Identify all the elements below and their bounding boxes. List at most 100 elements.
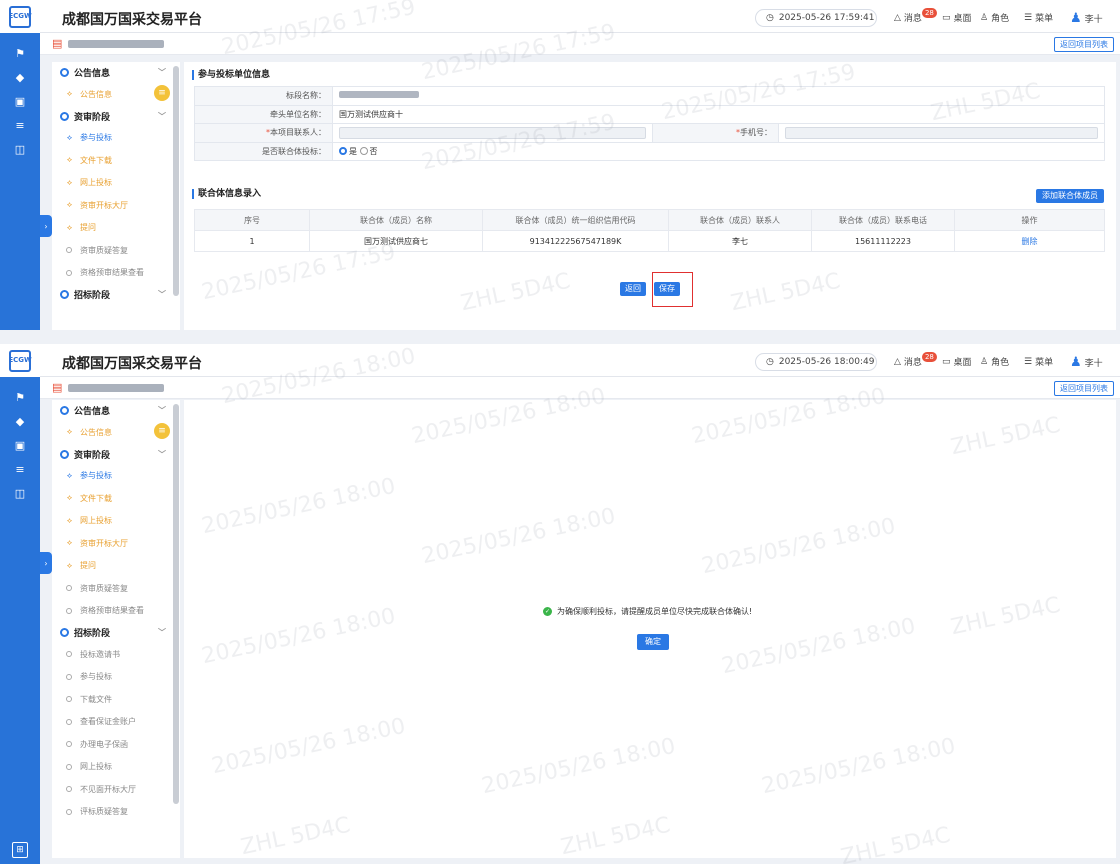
sidebar-item-question[interactable]: ⟡ 提问 bbox=[52, 555, 180, 578]
list-icon[interactable]: ≡ bbox=[154, 85, 170, 101]
sidebar-item-question[interactable]: ⟡ 提问 bbox=[52, 217, 180, 240]
add-member-button[interactable]: 添加联合体成员 bbox=[1036, 189, 1104, 203]
desktop-icon: ▭ bbox=[942, 356, 951, 367]
group-label: 招标阶段 bbox=[74, 629, 111, 639]
user-button[interactable]: ♟ 李十 bbox=[1070, 11, 1103, 26]
logo: ECGW bbox=[0, 344, 40, 377]
message-count-badge: 28 bbox=[921, 351, 937, 362]
role-label: 角色 bbox=[991, 358, 1010, 368]
sidebar-group-tender[interactable]: 招标阶段 ﹀ bbox=[52, 622, 180, 643]
sidebar-item-prequal-result[interactable]: 资格预审结果查看 bbox=[52, 600, 180, 623]
sidebar-item-download-2[interactable]: 下载文件 bbox=[52, 688, 180, 711]
sidebar-item-deposit[interactable]: 查看保证金账户 bbox=[52, 711, 180, 734]
sidebar-item-doubt-reply[interactable]: 资审质疑答复 bbox=[52, 577, 180, 600]
sidebar-item-online-bid[interactable]: ⟡ 网上投标 bbox=[52, 510, 180, 533]
sidebar-item-invitation[interactable]: 投标邀请书 bbox=[52, 643, 180, 666]
group-dot-icon bbox=[60, 449, 69, 459]
list-icon[interactable]: ≡ bbox=[0, 457, 40, 481]
delete-link[interactable]: 删除 bbox=[954, 230, 1105, 252]
item-label: 网上投标 bbox=[80, 516, 112, 526]
calendar-icon[interactable]: ◫ bbox=[0, 137, 40, 161]
sidebar-item-prequal-result[interactable]: 资格预审结果查看 bbox=[52, 262, 180, 285]
circle-icon bbox=[66, 741, 72, 748]
radio-yes[interactable] bbox=[339, 147, 347, 156]
sidebar-item-announce[interactable]: ⟡ 公告信息 ≡ bbox=[52, 421, 180, 444]
sidebar-item-opening-hall[interactable]: ⟡ 资审开标大厅 bbox=[52, 532, 180, 555]
messages-label: 消息 bbox=[903, 14, 922, 24]
collapse-icon[interactable]: ⊞ bbox=[12, 842, 28, 858]
joint-member-table: 序号 联合体（成员）名称 联合体（成员）统一组织信用代码 联合体（成员）联系人 … bbox=[194, 209, 1105, 252]
sidebar-item-e-guarantee[interactable]: 办理电子保函 bbox=[52, 733, 180, 756]
sidebar-item-opening-hall[interactable]: ⟡ 资审开标大厅 bbox=[52, 194, 180, 217]
sidebar-group-announce[interactable]: 公告信息 ﹀ bbox=[52, 400, 180, 421]
sidebar: 公告信息 ﹀ ⟡ 公告信息 ≡ 资审阶段 ﹀ ⟡ 参与投标 ⟡ 文件下载 ⟡ 网上投标 ⟡ 资审… bbox=[52, 400, 180, 858]
phone-input[interactable] bbox=[785, 126, 1098, 139]
sidebar-item-download[interactable]: ⟡ 文件下载 bbox=[52, 487, 180, 510]
list-icon[interactable]: ≡ bbox=[0, 113, 40, 137]
list-icon[interactable]: ≡ bbox=[154, 423, 170, 439]
joint-section-title: 联合体信息录入 bbox=[192, 189, 261, 199]
sidebar-item-online-bid[interactable]: ⟡ 网上投标 bbox=[52, 172, 180, 195]
monitor-icon[interactable]: ▣ bbox=[0, 89, 40, 113]
radio-no[interactable] bbox=[359, 147, 368, 156]
cell-code: 91341222567547189K bbox=[482, 230, 669, 252]
group-dot-icon bbox=[60, 290, 69, 299]
col-contact: 联合体（成员）联系人 bbox=[668, 209, 812, 231]
group-label: 招标阶段 bbox=[74, 291, 111, 301]
sidebar-item-download[interactable]: ⟡ 文件下载 bbox=[52, 149, 180, 172]
joint-bid-options: 是 否 bbox=[332, 141, 1105, 161]
bookmark-icon[interactable]: ◆ bbox=[0, 65, 40, 89]
sidebar-group-prequal[interactable]: 资审阶段 ﹀ bbox=[52, 444, 180, 465]
bell-icon: △ bbox=[894, 356, 901, 367]
circle-icon bbox=[66, 673, 72, 680]
desktop-button[interactable]: ▭ 桌面 bbox=[942, 11, 972, 25]
label-phone: *手机号： bbox=[652, 123, 779, 143]
sidebar-item-doubt-reply[interactable]: 资审质疑答复 bbox=[52, 239, 180, 262]
item-label: 提问 bbox=[80, 223, 96, 233]
calendar-icon[interactable]: ◫ bbox=[0, 481, 40, 505]
sidebar-item-remote-hall[interactable]: 不见面开标大厅 bbox=[52, 778, 180, 801]
user-button[interactable]: ♟ 李十 bbox=[1070, 355, 1103, 370]
left-rail: ⚑ ◆ ▣ ≡ ◫ ⊞ bbox=[0, 377, 40, 864]
document-icon: ▤ bbox=[52, 381, 63, 394]
home-icon[interactable]: ⚑ bbox=[0, 41, 40, 65]
pin-icon: ⟡ bbox=[66, 493, 73, 503]
sidebar-toggle[interactable]: › bbox=[40, 552, 52, 574]
sidebar-toggle[interactable]: › bbox=[40, 215, 52, 237]
chevron-down-icon: ﹀ bbox=[158, 449, 166, 459]
menu-button[interactable]: ☰ 菜单 bbox=[1024, 355, 1053, 369]
circle-icon bbox=[66, 763, 72, 770]
sidebar-item-participate[interactable]: ⟡ 参与投标 bbox=[52, 465, 180, 488]
back-to-list-button[interactable]: 返回项目列表 bbox=[1054, 381, 1114, 396]
sidebar-item-participate-2[interactable]: 参与投标 bbox=[52, 666, 180, 689]
phone-cell bbox=[778, 123, 1105, 143]
pin-icon: ⟡ bbox=[66, 222, 73, 232]
home-icon[interactable]: ⚑ bbox=[0, 385, 40, 409]
value-section-name bbox=[332, 86, 1105, 106]
sidebar-item-online-bid-2[interactable]: 网上投标 bbox=[52, 756, 180, 779]
sidebar-item-eval-reply[interactable]: 评标质疑答复 bbox=[52, 801, 180, 824]
contact-input[interactable] bbox=[339, 126, 646, 139]
desktop-button[interactable]: ▭ 桌面 bbox=[942, 355, 972, 369]
back-to-list-button[interactable]: 返回项目列表 bbox=[1054, 37, 1114, 52]
sidebar-group-announce[interactable]: 公告信息 ﹀ bbox=[52, 62, 180, 83]
confirm-button[interactable]: 确定 bbox=[637, 634, 669, 650]
role-button[interactable]: ♙ 角色 bbox=[980, 11, 1009, 25]
sidebar-item-participate[interactable]: ⟡ 参与投标 bbox=[52, 127, 180, 150]
sidebar-group-tender[interactable]: 招标阶段 ﹀ bbox=[52, 284, 180, 305]
main-content-blank bbox=[184, 400, 1116, 858]
back-button[interactable]: 返回 bbox=[620, 282, 646, 296]
cell-phone: 15611112223 bbox=[811, 230, 955, 252]
sidebar-group-prequal[interactable]: 资审阶段 ﹀ bbox=[52, 106, 180, 127]
project-name-redacted bbox=[68, 40, 164, 48]
messages-button[interactable]: △ 消息 28 bbox=[894, 7, 937, 24]
bookmark-icon[interactable]: ◆ bbox=[0, 409, 40, 433]
monitor-icon[interactable]: ▣ bbox=[0, 433, 40, 457]
item-label: 不见面开标大厅 bbox=[80, 784, 136, 794]
role-button[interactable]: ♙ 角色 bbox=[980, 355, 1010, 369]
avatar-icon: ♟ bbox=[1070, 11, 1082, 26]
menu-button[interactable]: ☰ 菜单 bbox=[1024, 11, 1053, 25]
item-label: 查看保证金账户 bbox=[80, 717, 136, 727]
messages-button[interactable]: △ 消息 28 bbox=[894, 351, 937, 368]
sidebar-item-announce[interactable]: ⟡ 公告信息 ≡ bbox=[52, 83, 180, 106]
